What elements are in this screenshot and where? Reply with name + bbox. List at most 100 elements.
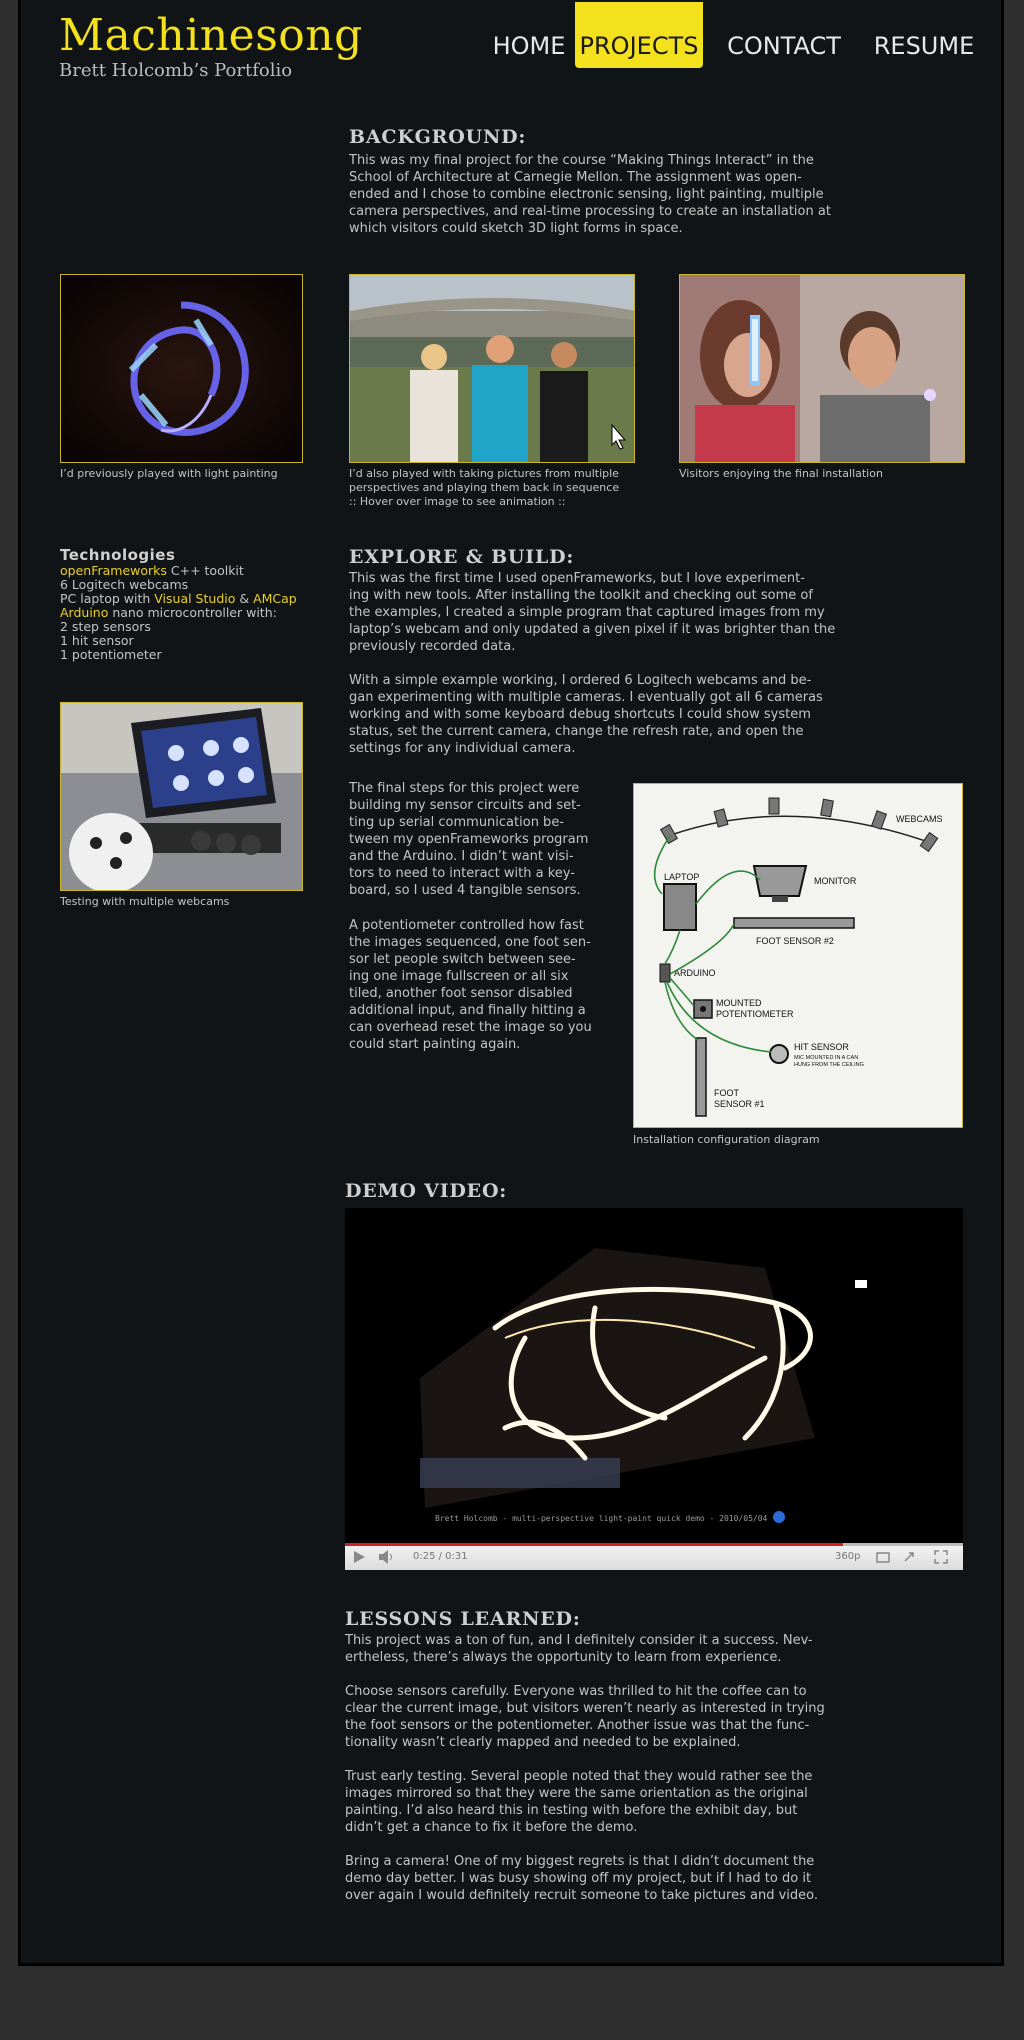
text-line: clear the current image, but visitors we… <box>345 1701 825 1716</box>
lessons-para: Choose sensors carefully. Everyone was t… <box>345 1683 905 1751</box>
explore-para-1: This was the first time I used openFrame… <box>349 570 889 655</box>
multi-perspective-photo[interactable] <box>349 274 635 463</box>
tech-item: 1 hit sensor <box>60 633 134 648</box>
text-line: School of Architecture at Carnegie Mello… <box>349 170 802 185</box>
video-controls: 0:25 / 0:31 360p <box>345 1543 963 1570</box>
text-line: ing with new tools. After installing the… <box>349 588 813 603</box>
nav-projects[interactable]: PROJECTS <box>575 2 703 68</box>
text-line: images mirrored so that they were the sa… <box>345 1786 808 1801</box>
play-icon[interactable] <box>351 1549 367 1565</box>
lessons-para: This project was a ton of fun, and I def… <box>345 1632 905 1666</box>
tech-link[interactable]: openFrameworks <box>60 563 167 578</box>
text-line: Bring a camera! One of my biggest regret… <box>345 1854 815 1869</box>
explore-para-2: With a simple example working, I ordered… <box>349 672 889 757</box>
caption-line: I’d also played with taking pictures fro… <box>349 467 619 480</box>
text-line: ended and I chose to combine electronic … <box>349 187 824 202</box>
text-line: This was the first time I used openFrame… <box>349 571 805 586</box>
diagram-label: MIC MOUNTED IN A CAN <box>794 1055 858 1061</box>
gallery-caption: I’d previously played with light paintin… <box>60 467 278 480</box>
diagram-label: HIT SENSOR <box>794 1042 849 1052</box>
lessons-para: Bring a camera! One of my biggest regret… <box>345 1853 905 1904</box>
text-line: didn’t get a chance to fix it before the… <box>345 1820 638 1835</box>
explore-section: EXPLORE & BUILD: This was the first time… <box>349 546 889 757</box>
explore-para-3: The final steps for this project were bu… <box>349 780 609 899</box>
technologies-photo-caption: Testing with multiple webcams <box>60 895 230 908</box>
video-time: 0:25 / 0:31 <box>413 1551 468 1562</box>
tech-item: Arduino nano microcontroller with: <box>60 606 310 620</box>
share-icon[interactable] <box>903 1549 919 1565</box>
text-line: the examples, I created a simple program… <box>349 605 825 620</box>
tech-text: PC laptop with <box>60 591 155 606</box>
text-line: status, set the current camera, change t… <box>349 724 804 739</box>
diagram-label: FOOT <box>714 1088 739 1098</box>
diagram-label: MONITOR <box>814 876 857 886</box>
tech-item: openFrameworks C++ toolkit <box>60 564 310 578</box>
text-line: previously recorded data. <box>349 639 516 654</box>
popout-icon[interactable] <box>875 1549 891 1565</box>
tech-text: C++ toolkit <box>166 563 244 578</box>
diagram-label: ARDUINO <box>674 968 716 978</box>
text-line: tween my openFrameworks program <box>349 832 589 847</box>
visitors-photo <box>679 274 965 463</box>
diagram-caption: Installation configuration diagram <box>633 1133 820 1146</box>
explore-heading: EXPLORE & BUILD: <box>349 546 575 568</box>
text-line: tionality wasn’t clearly mapped and need… <box>345 1735 741 1750</box>
text-line: can overhead reset the image so you <box>349 1020 592 1035</box>
diagram-label: SENSOR #1 <box>714 1099 765 1109</box>
lessons-para: Trust early testing. Several people note… <box>345 1768 905 1836</box>
lessons-heading: LESSONS LEARNED: <box>345 1608 581 1630</box>
page-container: Machinesong Brett Holcomb’s Portfolio HO… <box>18 0 1004 1966</box>
installation-diagram: WEBCAMS LAPTOP MONITOR FOOT SENSOR #2 AR… <box>633 783 963 1128</box>
fullscreen-icon[interactable] <box>933 1549 949 1565</box>
text-line: additional input, and finally hitting a <box>349 1003 586 1018</box>
text-line: over again I would definitely recruit so… <box>345 1888 818 1903</box>
tech-link[interactable]: AMCap <box>253 591 297 606</box>
tech-text: & <box>235 591 254 606</box>
nav-home[interactable]: HOME <box>477 2 581 68</box>
diagram-label: WEBCAMS <box>896 814 943 824</box>
text-line: the images sequenced, one foot sen- <box>349 935 591 950</box>
text-line: A potentiometer controlled how fast <box>349 918 584 933</box>
text-line: building my sensor circuits and set- <box>349 798 581 813</box>
text-line: and the Arduino. I didn’t want visi- <box>349 849 574 864</box>
site-subtitle: Brett Holcomb’s Portfolio <box>59 60 293 81</box>
text-line: Choose sensors carefully. Everyone was t… <box>345 1684 807 1699</box>
video-caption: Brett Holcomb - multi-perspective light-… <box>435 1514 768 1523</box>
text-line: which visitors could sketch 3D light for… <box>349 221 683 236</box>
video-player[interactable]: Brett Holcomb - multi-perspective light-… <box>345 1208 963 1570</box>
webcams-testing-photo <box>60 702 303 891</box>
diagram-label: LAPTOP <box>664 872 699 882</box>
tech-link[interactable]: Arduino <box>60 605 108 620</box>
tech-item: PC laptop with Visual Studio & AMCap <box>60 592 310 606</box>
text-line: sor let people switch between see- <box>349 952 576 967</box>
background-text: This was my final project for the course… <box>349 152 889 237</box>
tech-text: nano microcontroller with: <box>108 605 277 620</box>
tech-item: 2 step sensors <box>60 619 151 634</box>
text-line: ing one image fullscreen or all six <box>349 969 569 984</box>
demo-heading: DEMO VIDEO: <box>345 1180 508 1202</box>
video-progress-track[interactable] <box>345 1543 963 1546</box>
text-line: the foot sensors or the potentiometer. A… <box>345 1718 810 1733</box>
caption-line: :: Hover over image to see animation :: <box>349 495 566 508</box>
lessons-section: LESSONS LEARNED: This project was a ton … <box>345 1608 905 1904</box>
background-heading: BACKGROUND: <box>349 126 527 148</box>
video-frame[interactable]: Brett Holcomb - multi-perspective light-… <box>345 1208 963 1543</box>
site-logo[interactable]: Machinesong <box>59 14 363 58</box>
tech-link[interactable]: Visual Studio <box>154 591 235 606</box>
volume-icon[interactable] <box>377 1549 397 1565</box>
tech-item: 6 Logitech webcams <box>60 577 189 592</box>
gallery-caption: I’d also played with taking pictures fro… <box>349 467 639 509</box>
diagram-label: HUNG FROM THE CEILING <box>794 1062 864 1068</box>
tech-item: 1 potentiometer <box>60 647 162 662</box>
text-line: tors to need to interact with a key- <box>349 866 575 881</box>
text-line: tiled, another foot sensor disabled <box>349 986 573 1001</box>
nav-contact[interactable]: CONTACT <box>719 2 849 68</box>
light-painting-photo <box>60 274 303 463</box>
explore-para-4: A potentiometer controlled how fast the … <box>349 917 609 1053</box>
nav-resume[interactable]: RESUME <box>869 2 979 68</box>
gallery-caption: Visitors enjoying the final installation <box>679 467 883 480</box>
quality-selector[interactable]: 360p <box>835 1551 860 1562</box>
diagram-label: MOUNTED <box>716 998 762 1008</box>
caption-line: perspectives and playing them back in se… <box>349 481 620 494</box>
text-line: This was my final project for the course… <box>349 153 814 168</box>
